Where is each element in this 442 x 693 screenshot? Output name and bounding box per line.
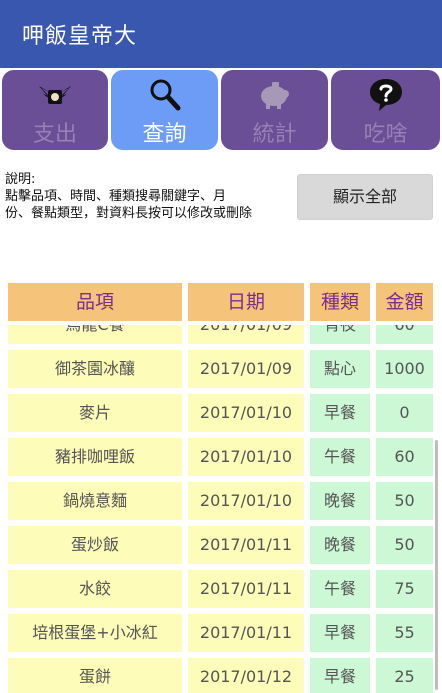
cell-type: 午餐 xyxy=(310,438,370,476)
cell-type: 晚餐 xyxy=(310,526,370,564)
tab-statistics[interactable]: 統計 xyxy=(221,70,328,150)
cell-type: 點心 xyxy=(310,350,370,388)
cell-date: 2017/01/12 xyxy=(188,658,304,693)
cell-item: 麥片 xyxy=(8,394,182,432)
app-title: 呷飯皇帝大 xyxy=(22,24,138,49)
flying-money-icon xyxy=(39,86,71,104)
cell-item: 御茶園冰釀 xyxy=(8,350,182,388)
cell-date: 2017/01/10 xyxy=(188,438,304,476)
cell-date: 2017/01/09 xyxy=(188,325,304,344)
tab-expense-label: 支出 xyxy=(32,122,77,147)
cell-type: 宵夜 xyxy=(310,325,370,344)
cell-item: 蛋炒飯 xyxy=(8,526,182,564)
cell-type: 早餐 xyxy=(310,394,370,432)
cell-type: 早餐 xyxy=(310,658,370,693)
cell-item: 水餃 xyxy=(8,570,182,608)
tab-expense[interactable]: 支出 xyxy=(2,70,108,150)
cell-date: 2017/01/11 xyxy=(188,614,304,652)
tab-query[interactable]: 查詢 xyxy=(111,70,218,150)
app-bar: 呷飯皇帝大 xyxy=(0,0,442,68)
cell-item: 培根蛋堡+小冰紅 xyxy=(8,614,182,652)
cell-amount: 50 xyxy=(376,526,433,564)
tab-what-to-eat-label: 吃啥 xyxy=(363,122,408,147)
header-item[interactable]: 品項 xyxy=(8,283,182,321)
table-row[interactable]: 水餃 2017/01/11 午餐 75 xyxy=(0,567,442,611)
cell-date: 2017/01/11 xyxy=(188,570,304,608)
table-row[interactable]: 蛋炒飯 2017/01/11 晚餐 50 xyxy=(0,523,442,567)
piggy-bank-icon xyxy=(260,82,289,109)
cell-date: 2017/01/10 xyxy=(188,394,304,432)
header-amount[interactable]: 金額 xyxy=(376,283,433,321)
table-row[interactable]: 培根蛋堡+小冰紅 2017/01/11 早餐 55 xyxy=(0,611,442,655)
cell-date: 2017/01/11 xyxy=(188,526,304,564)
list-scrollbar[interactable] xyxy=(435,440,438,690)
table-row[interactable]: 烏龍C餐 2017/01/09 宵夜 60 xyxy=(0,325,442,347)
cell-item: 蛋餅 xyxy=(8,658,182,693)
cell-amount: 55 xyxy=(376,614,433,652)
cell-date: 2017/01/09 xyxy=(188,350,304,388)
tab-statistics-label: 統計 xyxy=(252,122,297,147)
cell-date: 2017/01/10 xyxy=(188,482,304,520)
table-row[interactable]: 豬排咖哩飯 2017/01/10 午餐 60 xyxy=(0,435,442,479)
cell-amount: 50 xyxy=(376,482,433,520)
cell-amount: 25 xyxy=(376,658,433,693)
cell-type: 晚餐 xyxy=(310,482,370,520)
instructions-line: 份、餐點類型，對資料長按可以修改或刪除 xyxy=(5,206,253,221)
tab-what-to-eat[interactable]: 吃啥 xyxy=(331,70,440,150)
show-all-button[interactable]: 顯示全部 xyxy=(297,174,433,220)
instructions-line: 說明: xyxy=(5,172,36,187)
cell-amount: 75 xyxy=(376,570,433,608)
instructions-line: 點擊品項、時間、種類搜尋關鍵字、月 xyxy=(5,189,227,204)
header-date[interactable]: 日期 xyxy=(188,283,304,321)
table-row[interactable]: 蛋餅 2017/01/12 早餐 25 xyxy=(0,655,442,693)
cell-amount: 60 xyxy=(376,438,433,476)
table-row[interactable]: 御茶園冰釀 2017/01/09 點心 1000 xyxy=(0,347,442,391)
magnifier-icon xyxy=(150,79,180,111)
table-header: 品項 日期 種類 金額 xyxy=(0,283,442,323)
tab-bar: 支出 查詢 統計 吃啥 xyxy=(0,68,442,152)
question-bubble-icon xyxy=(369,79,402,111)
cell-amount: 60 xyxy=(376,325,433,344)
cell-type: 早餐 xyxy=(310,614,370,652)
tab-query-label: 查詢 xyxy=(142,122,187,147)
cell-item: 鍋燒意麵 xyxy=(8,482,182,520)
cell-item: 烏龍C餐 xyxy=(8,325,182,344)
expense-list[interactable]: 烏龍C餐 2017/01/09 宵夜 60 御茶園冰釀 2017/01/09 點… xyxy=(0,325,442,693)
cell-amount: 1000 xyxy=(376,350,433,388)
cell-amount: 0 xyxy=(376,394,433,432)
cell-type: 午餐 xyxy=(310,570,370,608)
table-row[interactable]: 麥片 2017/01/10 早餐 0 xyxy=(0,391,442,435)
header-type[interactable]: 種類 xyxy=(310,283,370,321)
instructions-text: 說明: 點擊品項、時間、種類搜尋關鍵字、月 份、餐點類型，對資料長按可以修改或刪… xyxy=(5,171,285,222)
table-row[interactable]: 鍋燒意麵 2017/01/10 晚餐 50 xyxy=(0,479,442,523)
cell-item: 豬排咖哩飯 xyxy=(8,438,182,476)
